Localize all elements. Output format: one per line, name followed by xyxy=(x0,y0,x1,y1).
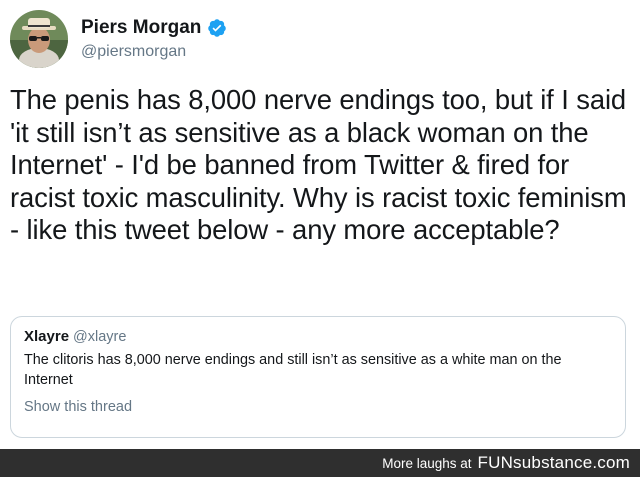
name-row: Piers Morgan xyxy=(81,17,227,39)
funsubstance-logo[interactable]: FUNsubstance.com xyxy=(478,453,630,473)
quoted-author-name: Xlayre xyxy=(24,328,70,345)
show-thread-link[interactable]: Show this thread xyxy=(24,399,132,415)
quoted-author-handle: @xlayre xyxy=(73,329,127,345)
quoted-tweet-card[interactable]: Xlayre @xlayre The clitoris has 8,000 ne… xyxy=(10,316,626,438)
author-display-name[interactable]: Piers Morgan xyxy=(81,17,201,39)
quoted-tweet-header: Xlayre @xlayre xyxy=(24,328,612,345)
site-footer-banner: More laughs at FUNsubstance.com xyxy=(0,449,640,477)
author-names: Piers Morgan @piersmorgan xyxy=(81,17,227,61)
avatar[interactable] xyxy=(10,10,68,68)
more-laughs-label: More laughs at xyxy=(382,455,472,471)
quoted-tweet-text: The clitoris has 8,000 nerve endings and… xyxy=(24,352,562,388)
tweet-text: The penis has 8,000 nerve endings too, b… xyxy=(10,84,627,245)
verified-badge-icon xyxy=(207,18,227,38)
profile-photo-icon xyxy=(10,10,68,68)
tweet-header: Piers Morgan @piersmorgan xyxy=(10,10,227,68)
author-handle[interactable]: @piersmorgan xyxy=(81,43,227,61)
